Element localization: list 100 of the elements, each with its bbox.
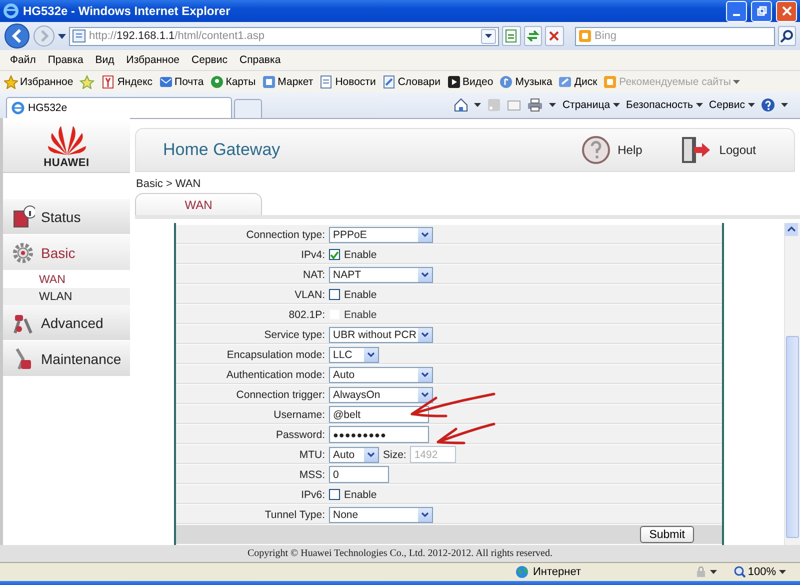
- caret-icon: [781, 103, 788, 107]
- checkbox[interactable]: [329, 489, 340, 500]
- menu-item[interactable]: Сервис: [186, 54, 234, 66]
- chevron-icon: [421, 512, 429, 517]
- checkbox[interactable]: [329, 289, 340, 300]
- chevron-icon: [367, 452, 375, 457]
- back-button[interactable]: [4, 23, 30, 49]
- refresh-button[interactable]: [524, 26, 542, 46]
- dropdown[interactable]: Auto: [329, 366, 433, 382]
- page-icon: [262, 74, 276, 88]
- minimize-button[interactable]: [726, 0, 747, 22]
- field-label: IPv4:: [300, 248, 326, 260]
- yandex-icon: [101, 74, 116, 88]
- favorites-link[interactable]: Карты: [210, 74, 256, 88]
- favorites-button[interactable]: Избранное: [4, 74, 74, 88]
- field-label: Authentication mode:: [225, 368, 326, 380]
- field-label: Encapsulation mode:: [226, 348, 326, 360]
- checkbox[interactable]: [329, 249, 340, 260]
- maximize-button[interactable]: [751, 0, 772, 22]
- scroll-up-icon: [785, 223, 798, 236]
- chevron-icon: [421, 232, 429, 237]
- page-title: Home Gateway: [163, 140, 282, 160]
- favorites-link[interactable]: Новости: [319, 74, 376, 88]
- dropdown[interactable]: None: [329, 506, 433, 522]
- menu-item[interactable]: Правка: [42, 54, 90, 66]
- command-menu[interactable]: Безопасность: [626, 99, 704, 111]
- play-icon: [446, 74, 461, 88]
- address-field[interactable]: http://192.168.1.1/html/content1.asp: [69, 26, 499, 46]
- printer-icon[interactable]: [527, 98, 544, 112]
- sidebar-item[interactable]: Advanced: [3, 305, 130, 341]
- caret-icon: [732, 80, 740, 84]
- field-label: Connection type:: [245, 228, 326, 240]
- dropdown[interactable]: PPPoE: [329, 226, 433, 242]
- browser-tab[interactable]: HG532e: [6, 97, 232, 118]
- favorites-link[interactable]: Почта: [158, 74, 204, 88]
- favorites-link[interactable]: Музыка: [499, 74, 552, 88]
- history-dropdown-icon[interactable]: [58, 34, 66, 38]
- refresh-icon: [526, 29, 540, 43]
- breadcrumb: Basic > WAN: [136, 178, 202, 190]
- submit-button[interactable]: Submit: [640, 526, 694, 543]
- dropdown[interactable]: UBR without PCR: [329, 326, 433, 342]
- address-dropdown[interactable]: [481, 28, 496, 44]
- favorites-link[interactable]: Маркет: [262, 74, 314, 88]
- sidebar-item[interactable]: Basic: [3, 235, 130, 271]
- close-button[interactable]: [776, 0, 797, 22]
- dropdown[interactable]: NAPT: [329, 266, 433, 282]
- chevron-icon: [421, 372, 429, 377]
- field-label: Connection trigger:: [235, 388, 326, 400]
- field-label: Username:: [272, 408, 326, 420]
- dropdown[interactable]: LLC: [329, 346, 379, 362]
- help-icon[interactable]: [580, 135, 611, 165]
- menu-item[interactable]: Файл: [4, 54, 42, 66]
- page-icon: [504, 29, 518, 43]
- search-box[interactable]: Bing: [574, 26, 774, 46]
- add-favorite-icon[interactable]: [79, 74, 96, 88]
- search-field[interactable]: Bing: [594, 30, 764, 42]
- input-field[interactable]: 0: [329, 466, 389, 483]
- stop-button[interactable]: [545, 26, 564, 46]
- logo-text: HUAWEI: [44, 156, 90, 168]
- home-icon[interactable]: [454, 98, 468, 112]
- feed-icon: [603, 74, 618, 88]
- logout-link[interactable]: Logout: [719, 143, 756, 157]
- help-link[interactable]: Help: [618, 143, 642, 157]
- favorites-link[interactable]: Видео: [446, 74, 494, 88]
- scrollbar[interactable]: [784, 223, 800, 545]
- star-icon: [4, 74, 18, 88]
- magnifier-icon: [734, 566, 746, 578]
- bing-icon: [578, 29, 592, 43]
- field-label: NAT:: [302, 268, 326, 280]
- menu-item[interactable]: Справка: [233, 54, 287, 66]
- field-label: IPv6:: [300, 488, 326, 500]
- input-field[interactable]: @belt: [329, 406, 429, 423]
- zoom-button[interactable]: 100%: [734, 566, 776, 578]
- sidebar-item[interactable]: Status: [3, 199, 130, 235]
- menu-item[interactable]: Избранное: [120, 54, 186, 66]
- compatibility-button[interactable]: [502, 26, 520, 46]
- restore-icon: [756, 6, 766, 16]
- lock-icon[interactable]: [694, 566, 707, 578]
- field-label: MTU:: [298, 448, 326, 460]
- search-icon[interactable]: [778, 26, 796, 46]
- command-menu[interactable]: Сервис: [709, 99, 755, 111]
- sidebar-subitem[interactable]: WLAN: [3, 288, 130, 305]
- chevron-icon: [367, 352, 375, 357]
- sidebar-item[interactable]: Maintenance: [3, 341, 130, 377]
- ie-logo-icon: [3, 3, 19, 19]
- chevron-icon: [421, 332, 430, 337]
- favorites-link[interactable]: Словари: [382, 74, 441, 88]
- command-menu[interactable]: Страница: [562, 99, 620, 111]
- favorites-link[interactable]: Диск: [558, 74, 598, 88]
- password-field[interactable]: ●●●●●●●●●: [329, 426, 429, 443]
- menu-item[interactable]: Вид: [89, 54, 120, 66]
- page-tab[interactable]: WAN: [135, 193, 262, 215]
- minimize-icon: [733, 14, 740, 16]
- caret-icon: [485, 34, 492, 38]
- exit-door-icon[interactable]: [680, 136, 712, 164]
- ie-logo-icon: [11, 101, 25, 115]
- favorites-link[interactable]: Яндекс: [101, 74, 153, 88]
- help-icon[interactable]: [761, 98, 775, 112]
- dropdown[interactable]: AlwaysOn: [329, 386, 433, 402]
- dropdown[interactable]: Auto: [329, 446, 379, 462]
